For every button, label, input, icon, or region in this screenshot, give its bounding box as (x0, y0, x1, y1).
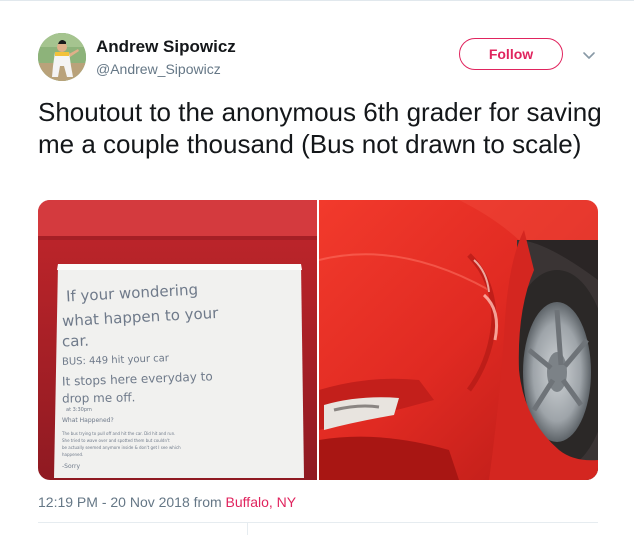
note-line: car. (61, 331, 90, 351)
avatar[interactable] (38, 33, 86, 81)
from-label: from (193, 494, 222, 510)
note-line: be actually seemed anymore inside & don'… (62, 445, 181, 450)
photo-car-damage[interactable] (319, 200, 598, 480)
note-line: The bus trying to pull off and hit the c… (62, 431, 176, 436)
stats-divider (247, 523, 248, 535)
avatar-image (38, 33, 86, 81)
tweet-timestamp[interactable]: 12:19 PM - 20 Nov 2018 (38, 494, 190, 510)
bottom-divider (38, 522, 598, 523)
follow-button[interactable]: Follow (459, 38, 563, 70)
photo-note[interactable]: If your wondering what happen to your ca… (38, 200, 317, 480)
note-line: at 3:30pm (66, 407, 92, 413)
note-line: What Happened? (62, 417, 114, 424)
tweet-media: If your wondering what happen to your ca… (38, 200, 598, 480)
note-line: drop me off. (61, 390, 136, 406)
note-line: She tried to wave over and spotted them … (62, 438, 170, 443)
author-handle[interactable]: @Andrew_Sipowicz (96, 61, 221, 77)
top-divider (0, 0, 634, 1)
note-line: happened. (62, 452, 84, 457)
tweet-meta: 12:19 PM - 20 Nov 2018 from Buffalo, NY (38, 494, 296, 510)
tweet-text: Shoutout to the anonymous 6th grader for… (38, 97, 602, 159)
note-line: -Sorry (62, 463, 81, 470)
chevron-down-icon[interactable] (581, 47, 597, 63)
car-damage-photo-image (319, 200, 598, 480)
location-link[interactable]: Buffalo, NY (226, 494, 297, 510)
author-name[interactable]: Andrew Sipowicz (96, 37, 236, 57)
